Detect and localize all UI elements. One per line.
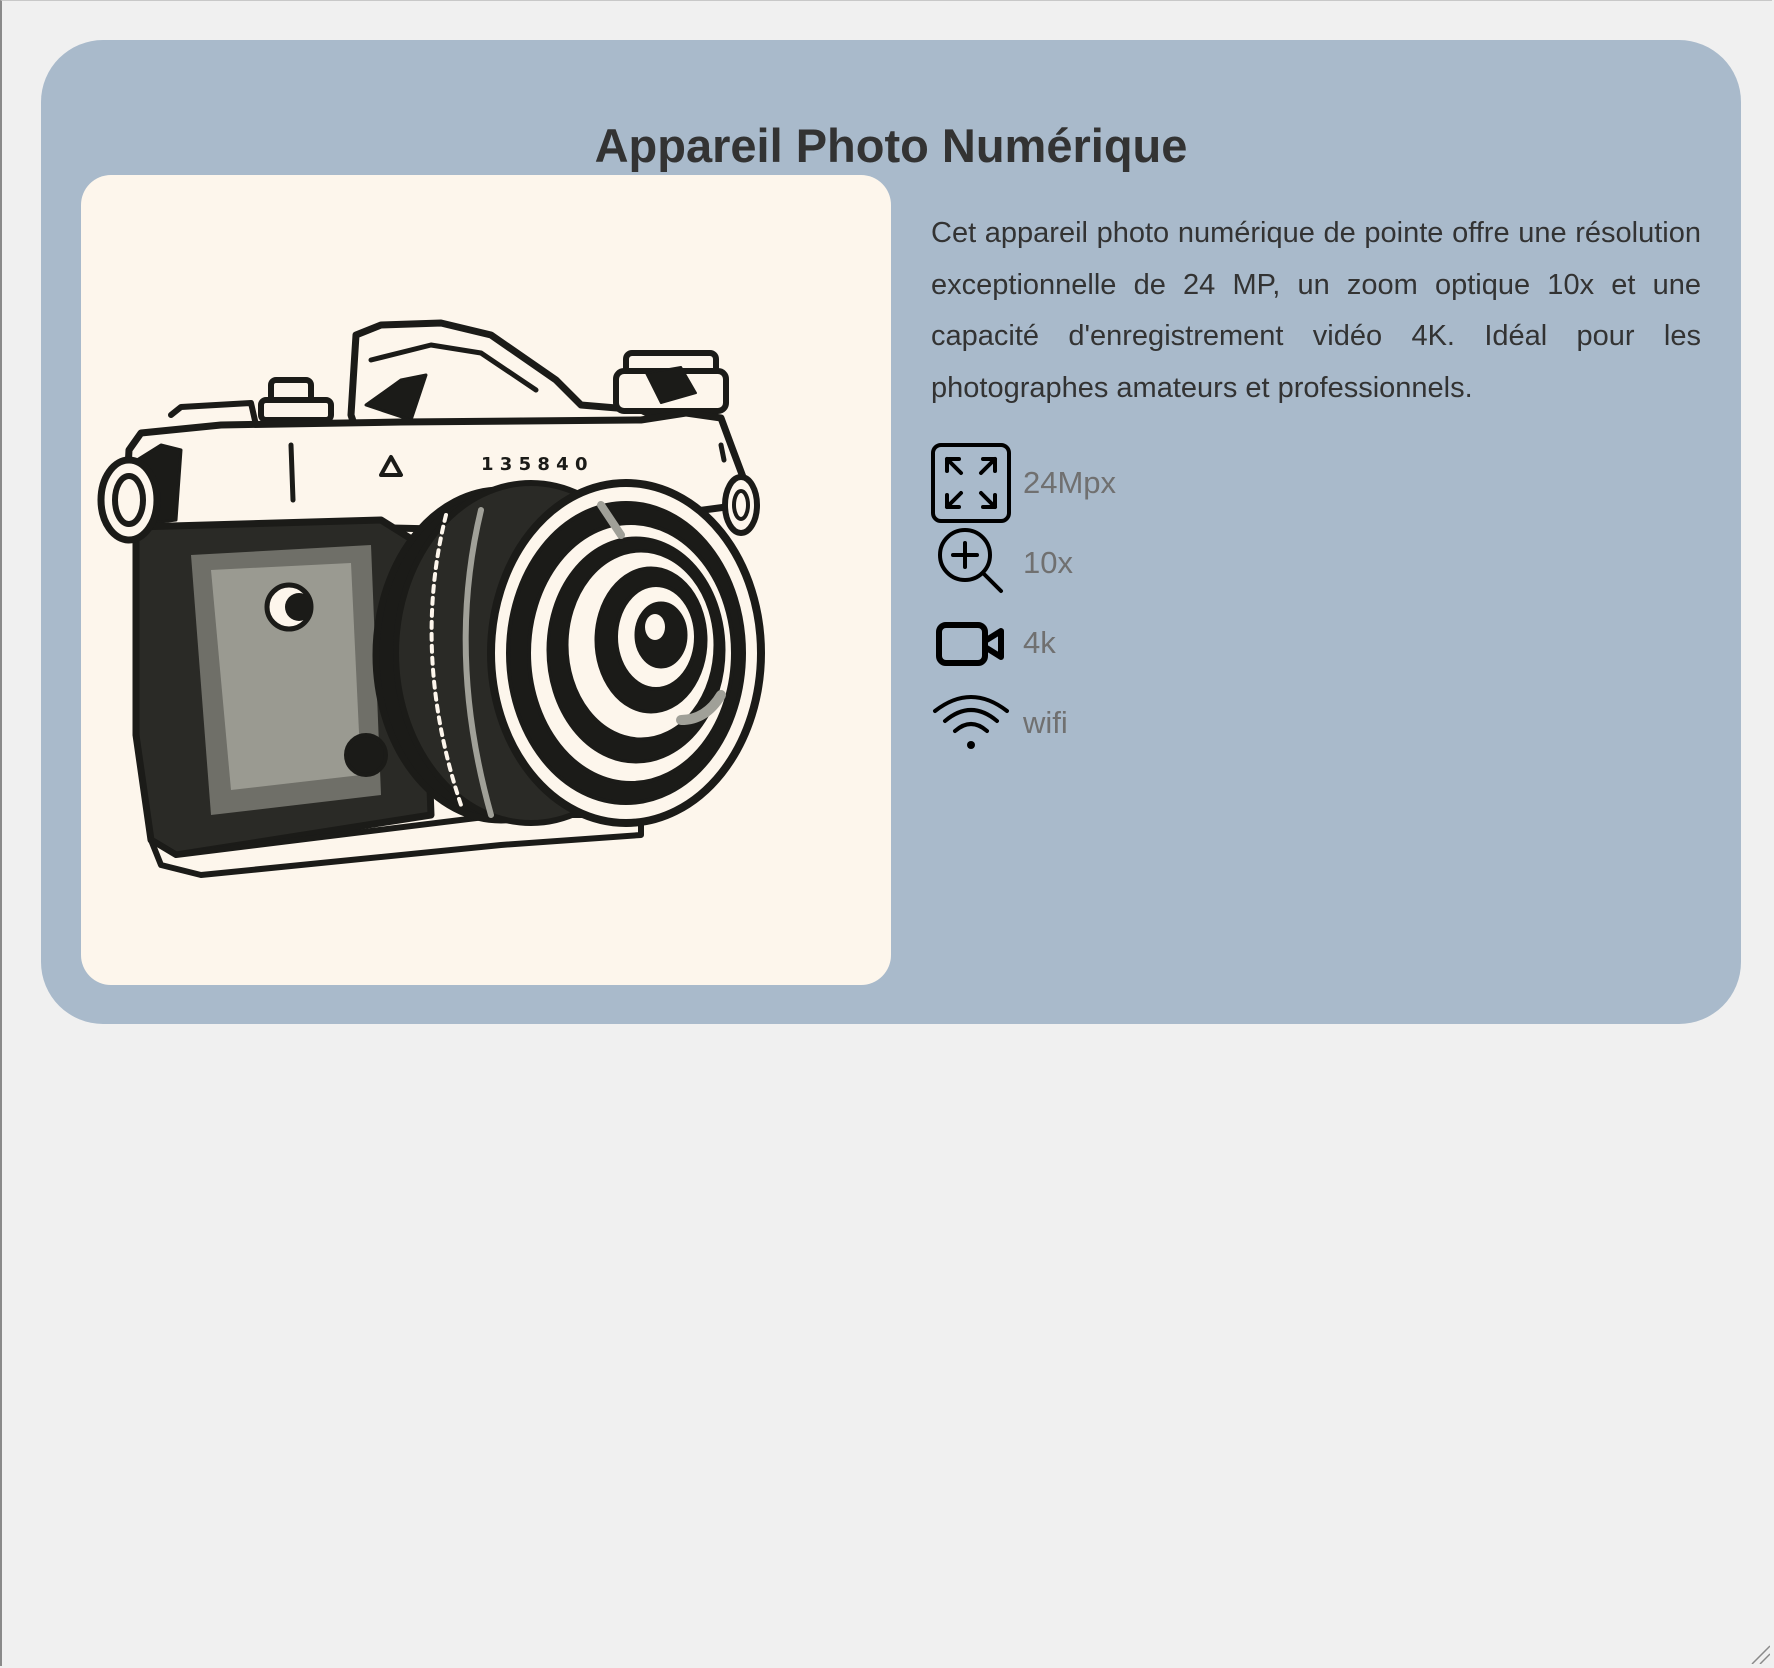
product-description: Cet appareil photo numérique de pointe o… <box>931 217 1701 404</box>
feature-label: 24Mpx <box>1023 465 1117 500</box>
expand-icon <box>931 443 1011 523</box>
feature-wifi: wifi <box>931 683 1431 763</box>
resize-grip-icon[interactable] <box>1748 1642 1770 1664</box>
feature-zoom: 10x <box>931 523 1431 603</box>
product-image: 1 3 5 8 4 0 <box>81 175 891 985</box>
feature-resolution: 24Mpx <box>931 443 1431 523</box>
camera-illustration: 1 3 5 8 4 0 <box>97 319 765 878</box>
feature-label: wifi <box>1023 705 1068 740</box>
svg-text:1 3 5 8 4 0: 1 3 5 8 4 0 <box>481 454 587 475</box>
feature-label: 10x <box>1023 545 1073 580</box>
feature-label: 4k <box>1023 625 1056 660</box>
wifi-icon <box>931 683 1011 763</box>
video-camera-icon <box>931 603 1011 683</box>
product-title: Appareil Photo Numérique <box>594 119 1188 172</box>
feature-list: 24Mpx 10x 4k wifi <box>931 443 1431 763</box>
zoom-in-icon <box>931 523 1011 603</box>
feature-video: 4k <box>931 603 1431 683</box>
product-card: Appareil Photo Numérique 1 3 5 8 4 0 Cet… <box>41 40 1741 1024</box>
